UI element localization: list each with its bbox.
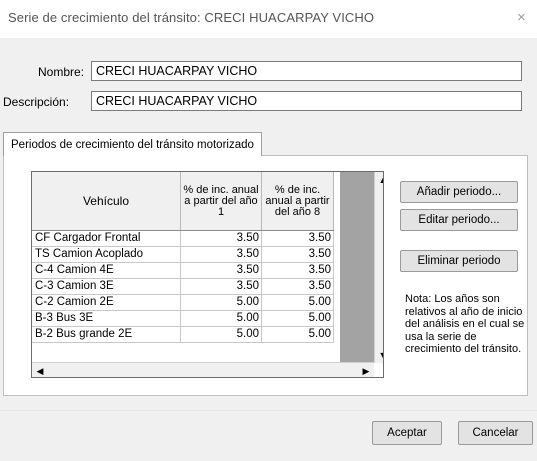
table-row[interactable]: CF Cargador Frontal 3.50 3.50 [32, 230, 334, 247]
scroll-right-arrow-icon[interactable]: ▶ [358, 363, 374, 377]
table-row[interactable]: C-4 Camion 4E 3.50 3.50 [32, 262, 334, 279]
rate-year1-cell[interactable]: 5.00 [180, 326, 262, 343]
vehicle-cell[interactable]: C-3 Camion 3E [32, 278, 181, 295]
rate-year8-cell[interactable]: 3.50 [261, 230, 334, 247]
name-field[interactable]: CRECI HUACARPAY VICHO [91, 61, 522, 81]
rate-year8-cell[interactable]: 3.50 [261, 246, 334, 263]
table-row[interactable]: B-3 Bus 3E 5.00 5.00 [32, 310, 334, 327]
vehicle-cell[interactable]: B-2 Bus grande 2E [32, 326, 181, 343]
rate-year1-cell[interactable]: 3.50 [180, 278, 262, 295]
table-row[interactable]: C-2 Camion 2E 5.00 5.00 [32, 294, 334, 311]
close-icon[interactable]: × [517, 9, 526, 26]
table-row[interactable]: C-3 Camion 3E 3.50 3.50 [32, 278, 334, 295]
grid-empty-area [340, 172, 374, 363]
vehicle-cell[interactable]: C-4 Camion 4E [32, 262, 181, 279]
vehicle-cell[interactable]: CF Cargador Frontal [32, 230, 181, 247]
window-title: Serie de crecimiento del tránsito: CRECI… [8, 10, 375, 25]
vehicle-cell[interactable]: TS Camion Acoplado [32, 246, 181, 263]
column-header-vehicle[interactable]: Vehículo [32, 172, 181, 231]
grid-header-row: Vehículo % de inc. anual a partir del añ… [32, 172, 334, 231]
column-header-year8[interactable]: % de inc. anual a partir del año 8 [261, 172, 334, 231]
rate-year8-cell[interactable]: 5.00 [261, 294, 334, 311]
vertical-scrollbar[interactable]: ▲ ▼ [374, 172, 383, 363]
description-label: Descripción: [3, 95, 70, 109]
column-header-year1[interactable]: % de inc. anual a partir del año 1 [180, 172, 262, 231]
rate-year1-cell[interactable]: 5.00 [180, 294, 262, 311]
scroll-up-arrow-icon[interactable]: ▲ [375, 172, 383, 188]
horizontal-scrollbar[interactable]: ◀ ▶ [32, 362, 374, 377]
note-text: Nota: Los años son relativos al año de i… [405, 293, 525, 355]
edit-period-button[interactable]: Editar periodo... [400, 209, 518, 231]
vehicle-cell[interactable]: C-2 Camion 2E [32, 294, 181, 311]
footer-bar [0, 411, 537, 461]
rate-year8-cell[interactable]: 3.50 [261, 278, 334, 295]
rate-year1-cell[interactable]: 3.50 [180, 246, 262, 263]
add-period-button[interactable]: Añadir periodo... [400, 181, 518, 203]
scroll-left-arrow-icon[interactable]: ◀ [32, 363, 48, 377]
table-row[interactable]: TS Camion Acoplado 3.50 3.50 [32, 246, 334, 263]
rate-year8-cell[interactable]: 5.00 [261, 326, 334, 343]
rate-year1-cell[interactable]: 3.50 [180, 262, 262, 279]
scroll-down-arrow-icon[interactable]: ▼ [375, 347, 383, 363]
periods-table: Vehículo % de inc. anual a partir del añ… [32, 172, 334, 343]
delete-period-button[interactable]: Eliminar periodo [400, 250, 518, 272]
table-row[interactable]: B-2 Bus grande 2E 5.00 5.00 [32, 326, 334, 343]
periods-grid[interactable]: Vehículo % de inc. anual a partir del añ… [31, 171, 384, 378]
cancel-button[interactable]: Cancelar [458, 421, 533, 445]
name-label: Nombre: [38, 65, 85, 79]
rate-year8-cell[interactable]: 5.00 [261, 310, 334, 327]
tab-growth-periods[interactable]: Periodos de crecimiento del tránsito mot… [3, 132, 262, 156]
rate-year8-cell[interactable]: 3.50 [261, 262, 334, 279]
vehicle-cell[interactable]: B-3 Bus 3E [32, 310, 181, 327]
rate-year1-cell[interactable]: 3.50 [180, 230, 262, 247]
description-field[interactable]: CRECI HUACARPAY VICHO [91, 91, 522, 111]
rate-year1-cell[interactable]: 5.00 [180, 310, 262, 327]
accept-button[interactable]: Aceptar [372, 421, 442, 445]
